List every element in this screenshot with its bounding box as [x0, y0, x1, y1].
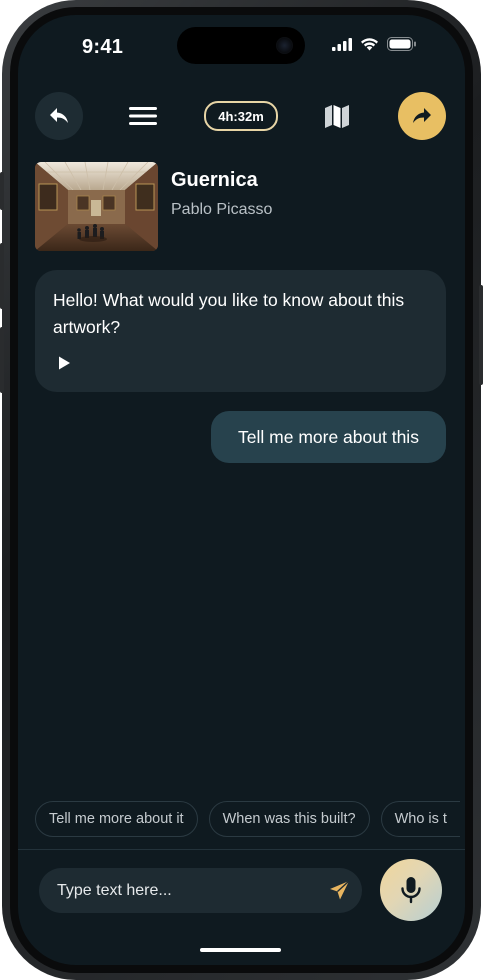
share-arrow-icon [413, 108, 431, 123]
bot-message-text: Hello! What would you like to know about… [53, 290, 405, 337]
dynamic-island [177, 27, 305, 64]
volume-down-button [0, 327, 4, 393]
microphone-icon [401, 877, 421, 904]
suggestion-chips: Tell me more about it When was this buil… [35, 801, 460, 837]
volume-up-button [0, 243, 4, 309]
suggestion-chip[interactable]: Who is t [380, 801, 460, 837]
hamburger-menu-icon[interactable] [128, 105, 158, 127]
back-button[interactable] [35, 92, 83, 140]
microphone-button[interactable] [380, 859, 442, 921]
front-camera [276, 37, 293, 54]
wifi-icon [361, 38, 378, 51]
home-indicator [200, 948, 281, 952]
artwork-thumbnail[interactable] [35, 162, 158, 251]
reply-arrow-icon [50, 108, 68, 123]
tour-timer-badge: 4h:32m [204, 101, 278, 131]
send-paper-plane-icon[interactable] [329, 880, 350, 901]
status-icons [332, 37, 417, 51]
user-message-text: Tell me more about this [238, 426, 419, 447]
power-button [479, 285, 483, 385]
suggestion-chip[interactable]: When was this built? [208, 801, 370, 837]
artwork-title: Guernica [171, 169, 258, 191]
app-screen: 9:41 4h:32m Guernica Pablo Picasso Hello… [18, 15, 465, 965]
message-input-container [39, 868, 362, 913]
cellular-signal-icon [332, 37, 352, 51]
map-icon[interactable] [322, 103, 352, 129]
composer-divider [18, 849, 465, 850]
status-time: 9:41 [82, 36, 124, 58]
user-message-bubble: Tell me more about this [211, 411, 446, 463]
message-input[interactable] [57, 868, 317, 913]
suggestion-chip[interactable]: Tell me more about it [35, 801, 198, 837]
museum-gallery-photo [35, 162, 158, 251]
battery-icon [387, 37, 416, 51]
bot-message-bubble: Hello! What would you like to know about… [35, 270, 446, 392]
action-button [0, 172, 4, 210]
share-button[interactable] [398, 92, 446, 140]
artwork-artist: Pablo Picasso [171, 201, 273, 218]
play-icon[interactable] [57, 356, 71, 370]
